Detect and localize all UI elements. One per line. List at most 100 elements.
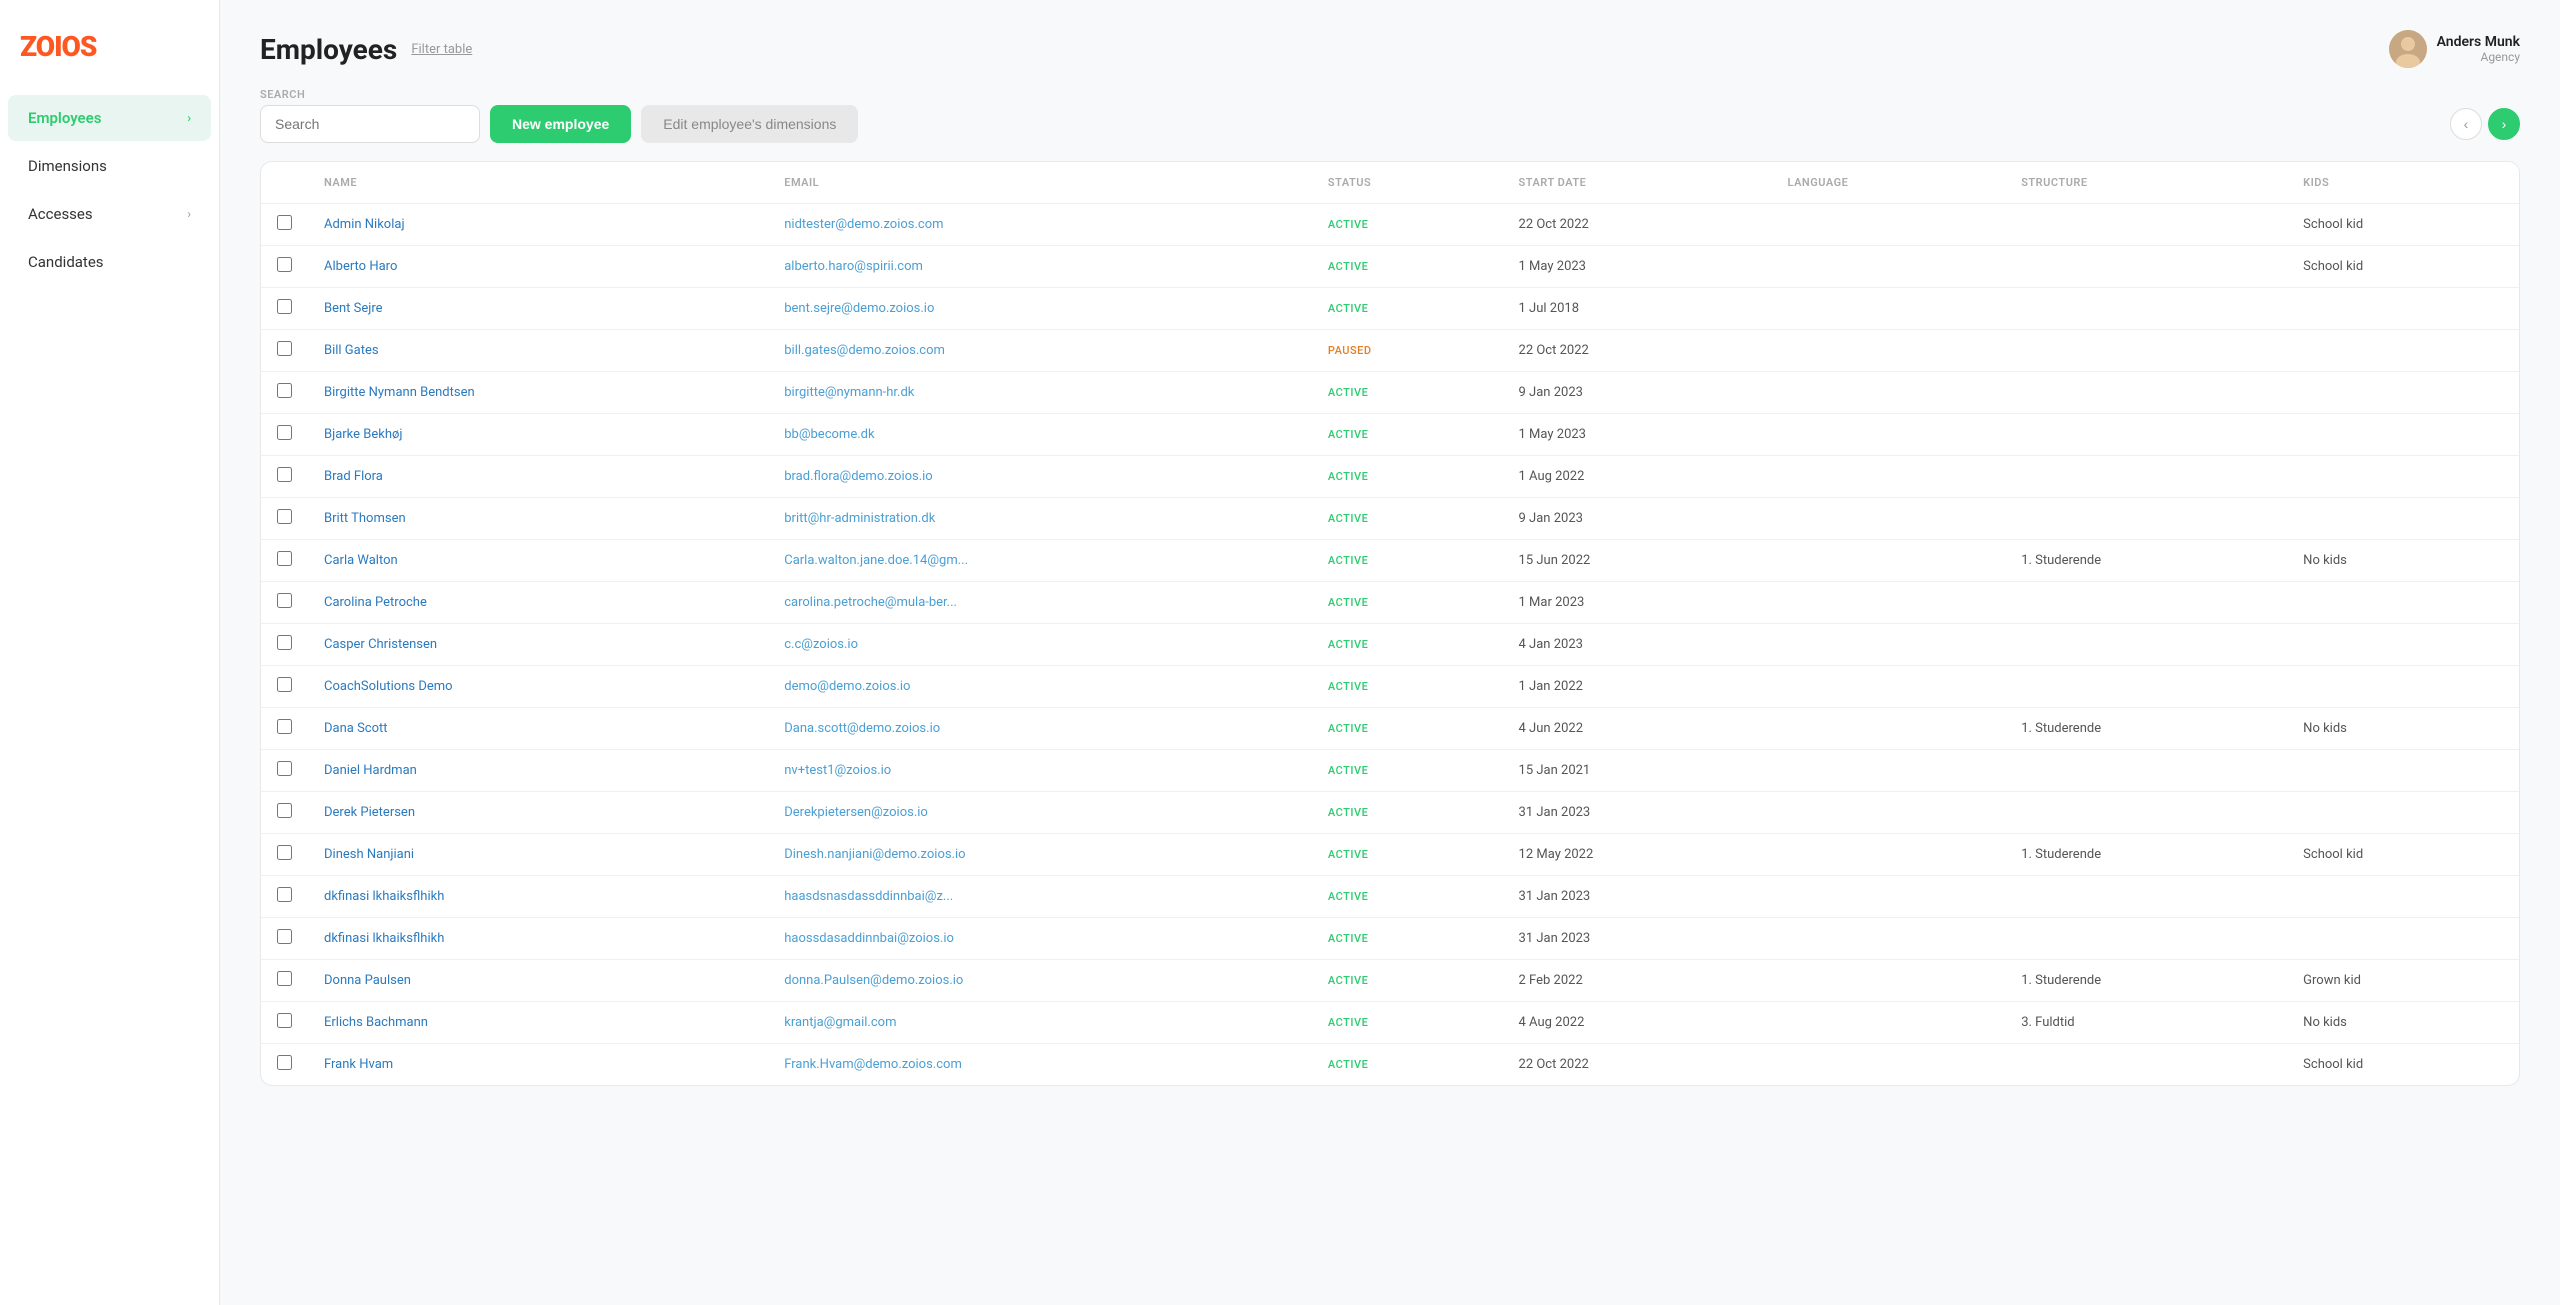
- chevron-right-icon: ›: [187, 207, 191, 221]
- employee-language: [1772, 792, 2006, 834]
- new-employee-button[interactable]: New employee: [490, 105, 631, 143]
- employee-language: [1772, 582, 2006, 624]
- employee-structure: [2005, 414, 2287, 456]
- employee-name[interactable]: dkfinasi lkhaiksflhikh: [308, 876, 768, 918]
- employee-start-date: 1 Aug 2022: [1503, 456, 1772, 498]
- sidebar-item-label: Accesses: [28, 205, 93, 223]
- employee-structure: [2005, 498, 2287, 540]
- table-row: dkfinasi lkhaiksflhikhhaossdasaddinnbai@…: [261, 918, 2519, 960]
- employee-status: ACTIVE: [1312, 918, 1503, 960]
- sidebar-nav: Employees›Dimensions Accesses › Candidates: [0, 95, 219, 285]
- row-checkbox[interactable]: [277, 929, 292, 944]
- employee-name[interactable]: Admin Nikolaj: [308, 204, 768, 246]
- table-row: Dinesh NanjianiDinesh.nanjiani@demo.zoio…: [261, 834, 2519, 876]
- search-input[interactable]: [260, 105, 480, 143]
- employee-start-date: 4 Jan 2023: [1503, 624, 1772, 666]
- employee-name[interactable]: Daniel Hardman: [308, 750, 768, 792]
- sidebar-item-accesses[interactable]: Accesses ›: [8, 191, 211, 237]
- edit-dimensions-button[interactable]: Edit employee's dimensions: [641, 105, 858, 143]
- table-header: NAMEEMAILSTATUSSTART DATELANGUAGESTRUCTU…: [261, 162, 2519, 204]
- row-checkbox[interactable]: [277, 425, 292, 440]
- employee-kids: School kid: [2287, 204, 2519, 246]
- employee-email: britt@hr-administration.dk: [768, 498, 1312, 540]
- employee-email: c.c@zoios.io: [768, 624, 1312, 666]
- employee-name[interactable]: Erlichs Bachmann: [308, 1002, 768, 1044]
- employee-status: ACTIVE: [1312, 456, 1503, 498]
- employee-name[interactable]: Carolina Petroche: [308, 582, 768, 624]
- row-checkbox[interactable]: [277, 677, 292, 692]
- employee-kids: [2287, 624, 2519, 666]
- employee-name[interactable]: Brad Flora: [308, 456, 768, 498]
- sidebar-item-dimensions[interactable]: Dimensions: [8, 143, 211, 189]
- employee-name[interactable]: Alberto Haro: [308, 246, 768, 288]
- employee-name[interactable]: Casper Christensen: [308, 624, 768, 666]
- employee-start-date: 22 Oct 2022: [1503, 330, 1772, 372]
- table-row: Alberto Haroalberto.haro@spirii.comACTIV…: [261, 246, 2519, 288]
- row-checkbox[interactable]: [277, 803, 292, 818]
- column-header-start-date: START DATE: [1503, 162, 1772, 204]
- user-area: Anders Munk Agency: [2389, 30, 2520, 68]
- next-arrow-button[interactable]: ›: [2488, 108, 2520, 140]
- row-checkbox[interactable]: [277, 887, 292, 902]
- row-checkbox[interactable]: [277, 719, 292, 734]
- employee-name[interactable]: Carla Walton: [308, 540, 768, 582]
- row-checkbox[interactable]: [277, 593, 292, 608]
- row-checkbox[interactable]: [277, 341, 292, 356]
- row-checkbox[interactable]: [277, 761, 292, 776]
- sidebar: ZOIOS Employees›Dimensions Accesses › Candi…: [0, 0, 220, 1305]
- employee-kids: [2287, 498, 2519, 540]
- employee-kids: [2287, 582, 2519, 624]
- employee-name[interactable]: Birgitte Nymann Bendtsen: [308, 372, 768, 414]
- row-checkbox[interactable]: [277, 845, 292, 860]
- employee-name[interactable]: Dana Scott: [308, 708, 768, 750]
- employee-language: [1772, 876, 2006, 918]
- employee-name[interactable]: CoachSolutions Demo: [308, 666, 768, 708]
- employee-language: [1772, 960, 2006, 1002]
- row-checkbox[interactable]: [277, 1055, 292, 1070]
- employee-start-date: 2 Feb 2022: [1503, 960, 1772, 1002]
- prev-arrow-button[interactable]: ‹: [2450, 108, 2482, 140]
- logo: ZOIOS: [0, 20, 219, 93]
- employee-email: haasdsnasdassddinnbai@z...: [768, 876, 1312, 918]
- row-checkbox[interactable]: [277, 551, 292, 566]
- employee-start-date: 9 Jan 2023: [1503, 498, 1772, 540]
- filter-table-link[interactable]: Filter table: [411, 42, 472, 57]
- row-checkbox[interactable]: [277, 215, 292, 230]
- employee-name[interactable]: Bill Gates: [308, 330, 768, 372]
- row-checkbox[interactable]: [277, 467, 292, 482]
- employee-start-date: 22 Oct 2022: [1503, 1044, 1772, 1086]
- employee-name[interactable]: Donna Paulsen: [308, 960, 768, 1002]
- row-checkbox[interactable]: [277, 1013, 292, 1028]
- employee-language: [1772, 624, 2006, 666]
- row-checkbox[interactable]: [277, 635, 292, 650]
- employee-name[interactable]: Dinesh Nanjiani: [308, 834, 768, 876]
- employee-structure: [2005, 288, 2287, 330]
- employee-email: bent.sejre@demo.zoios.io: [768, 288, 1312, 330]
- sidebar-item-candidates[interactable]: Candidates: [8, 239, 211, 285]
- column-header-name: NAME: [308, 162, 768, 204]
- employee-status: ACTIVE: [1312, 1002, 1503, 1044]
- employee-kids: No kids: [2287, 1002, 2519, 1044]
- employee-kids: School kid: [2287, 246, 2519, 288]
- employee-email: krantja@gmail.com: [768, 1002, 1312, 1044]
- table-row: Erlichs Bachmannkrantja@gmail.comACTIVE4…: [261, 1002, 2519, 1044]
- employee-name[interactable]: Britt Thomsen: [308, 498, 768, 540]
- employee-start-date: 15 Jun 2022: [1503, 540, 1772, 582]
- sidebar-item-employees[interactable]: Employees›: [8, 95, 211, 141]
- row-checkbox[interactable]: [277, 509, 292, 524]
- employee-name[interactable]: Bjarke Bekhøj: [308, 414, 768, 456]
- employee-email: Derekpietersen@zoios.io: [768, 792, 1312, 834]
- row-checkbox[interactable]: [277, 257, 292, 272]
- employee-kids: School kid: [2287, 834, 2519, 876]
- row-checkbox[interactable]: [277, 299, 292, 314]
- employee-name[interactable]: dkfinasi lkhaiksflhikh: [308, 918, 768, 960]
- header-row: Employees Filter table Anders Munk Agenc…: [260, 30, 2520, 68]
- employee-name[interactable]: Derek Pietersen: [308, 792, 768, 834]
- employee-name[interactable]: Frank Hvam: [308, 1044, 768, 1086]
- employee-name[interactable]: Bent Sejre: [308, 288, 768, 330]
- row-checkbox[interactable]: [277, 383, 292, 398]
- table-row: Dana ScottDana.scott@demo.zoios.ioACTIVE…: [261, 708, 2519, 750]
- employee-structure: [2005, 624, 2287, 666]
- row-checkbox[interactable]: [277, 971, 292, 986]
- table-row: Frank HvamFrank.Hvam@demo.zoios.comACTIV…: [261, 1044, 2519, 1086]
